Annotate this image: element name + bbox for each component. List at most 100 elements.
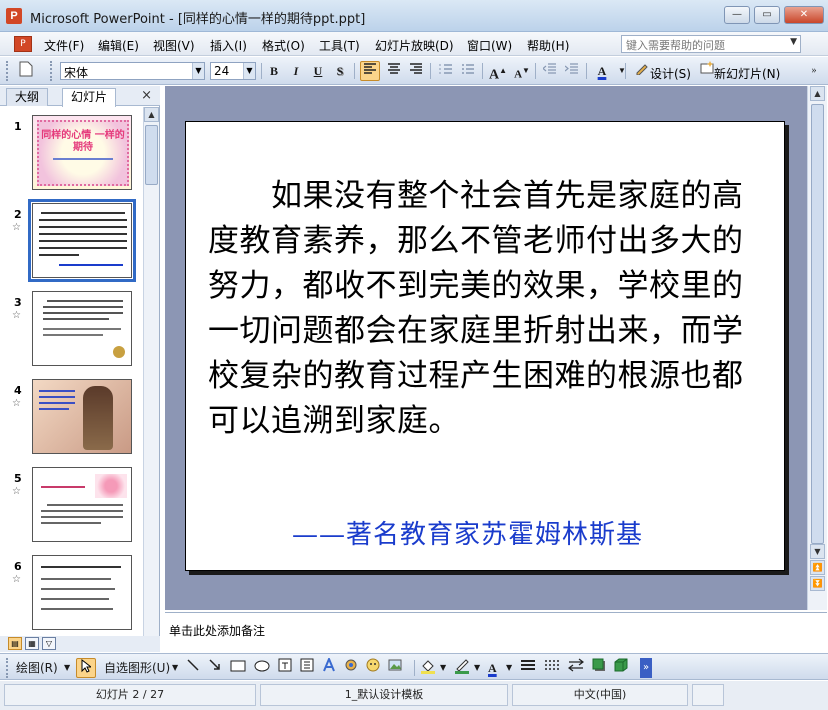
draw-menu-button[interactable]: 绘图(R) [16, 658, 58, 678]
previous-slide-icon[interactable]: ⏫ [810, 560, 825, 575]
slideshow-icon[interactable]: ▽ [42, 637, 56, 650]
slide-thumbnail-3[interactable] [32, 291, 132, 366]
font-color-button[interactable]: A [592, 61, 612, 81]
menu-format[interactable]: 格式(O) [262, 37, 305, 54]
chevron-down-icon[interactable]: ▼ [790, 37, 797, 47]
align-center-button[interactable] [384, 61, 404, 81]
clipart-icon[interactable] [366, 658, 380, 678]
arrow-tool-icon[interactable] [208, 658, 222, 678]
numbered-list-icon[interactable] [436, 61, 456, 81]
toolbar-grip[interactable] [6, 658, 9, 678]
thumb-text-line [47, 504, 123, 506]
line-tool-icon[interactable] [186, 658, 200, 678]
slide-attribution[interactable]: ——著名教育家苏霍姆林斯基 [292, 514, 643, 551]
scroll-down-icon[interactable]: ▼ [810, 544, 825, 559]
slide-thumbnail-4[interactable] [32, 379, 132, 454]
thumbnail-list[interactable]: 1 同样的心情 一样的期待 2 ☆ 3 ☆ 4 ☆ 5 ☆ 6 ☆ [0, 107, 143, 652]
chevron-down-icon[interactable]: ▼ [243, 63, 255, 79]
notes-pane[interactable]: 单击此处添加备注 [165, 612, 827, 652]
toolbar-grip[interactable] [50, 61, 53, 81]
textbox-tool-icon[interactable] [278, 658, 292, 678]
design-icon[interactable] [632, 61, 652, 81]
shrink-font-button[interactable]: A▼ [512, 61, 532, 81]
minimize-button[interactable]: — [724, 6, 750, 24]
font-size-combo[interactable]: 24 ▼ [210, 62, 256, 80]
increase-indent-icon[interactable] [562, 61, 582, 81]
fill-color-icon[interactable] [420, 658, 436, 678]
close-icon[interactable]: × [141, 88, 152, 103]
decrease-indent-icon[interactable] [540, 61, 560, 81]
vertical-textbox-icon[interactable] [300, 658, 314, 678]
align-left-button[interactable] [360, 61, 380, 81]
chevron-down-icon[interactable]: ▼ [192, 63, 204, 79]
select-pointer-icon[interactable] [76, 658, 96, 678]
scrollbar-thumb[interactable] [811, 104, 824, 544]
current-slide[interactable]: 如果没有整个社会首先是家庭的高度教育素养，那么不管老师付出多大的努力，都收不到完… [185, 121, 785, 571]
toolbar-grip[interactable] [6, 61, 9, 81]
arrow-style-icon[interactable] [568, 658, 584, 678]
menu-help[interactable]: 帮助(H) [527, 37, 569, 54]
slide-sorter-icon[interactable]: ▦ [25, 637, 39, 650]
chevron-down-icon[interactable]: ▼ [64, 658, 70, 678]
toolbar-separator [354, 63, 355, 79]
slide-body-text[interactable]: 如果没有整个社会首先是家庭的高度教育素养，那么不管老师付出多大的努力，都收不到完… [208, 174, 768, 444]
wordart-icon[interactable] [322, 656, 336, 678]
help-search-input[interactable]: 键入需要帮助的问题 ▼ [621, 35, 801, 53]
shadow-button[interactable]: S [330, 61, 350, 81]
font-name-combo[interactable]: 宋体 ▼ [60, 62, 205, 80]
slide-number: 4 [14, 384, 22, 397]
menu-file[interactable]: 文件(F) [44, 37, 84, 54]
rectangle-tool-icon[interactable] [230, 658, 246, 678]
underline-button[interactable]: U [308, 61, 328, 81]
chevron-down-icon[interactable]: ▼ [440, 658, 446, 678]
slide-thumbnail-1[interactable]: 同样的心情 一样的期待 [32, 115, 132, 190]
toolbar-separator [430, 63, 431, 79]
scrollbar-thumb[interactable] [145, 125, 158, 185]
thumbnail-scrollbar[interactable]: ▲ ▼ [143, 107, 159, 652]
bold-button[interactable]: B [264, 61, 284, 81]
toolbar-options-icon[interactable]: » [804, 61, 824, 81]
diagram-icon[interactable] [344, 658, 358, 678]
oval-tool-icon[interactable] [254, 658, 270, 678]
slide-thumbnail-5[interactable] [32, 467, 132, 542]
slide-thumbnail-2[interactable] [28, 199, 136, 282]
menu-view[interactable]: 视图(V) [153, 37, 195, 54]
tab-slides[interactable]: 幻灯片 [62, 88, 117, 107]
restore-button[interactable]: ▭ [754, 6, 780, 24]
align-right-button[interactable] [406, 61, 426, 81]
thumb-text-line [39, 254, 79, 256]
close-button[interactable]: ✕ [784, 6, 824, 24]
italic-button[interactable]: I [286, 61, 306, 81]
font-color-icon[interactable]: A [488, 658, 497, 678]
toolbar-options-icon[interactable]: » [640, 658, 652, 678]
slide-scrollbar[interactable]: ▲ ▼ ⏫ ⏬ [807, 86, 827, 610]
bullet-list-icon[interactable] [458, 61, 478, 81]
grow-font-button[interactable]: A▲ [488, 61, 508, 83]
chevron-down-icon[interactable]: ▼ [506, 658, 512, 678]
new-file-icon[interactable] [16, 61, 36, 81]
menu-edit[interactable]: 编辑(E) [98, 37, 139, 54]
menu-slideshow[interactable]: 幻灯片放映(D) [375, 37, 454, 54]
chevron-down-icon[interactable]: ▼ [172, 658, 178, 678]
autoshapes-menu-button[interactable]: 自选图形(U) [104, 658, 170, 678]
shadow-style-icon[interactable] [592, 658, 606, 678]
dash-style-icon[interactable] [544, 658, 560, 678]
tab-outline[interactable]: 大纲 [6, 88, 49, 106]
line-style-icon[interactable] [520, 658, 536, 678]
line-color-icon[interactable] [454, 658, 470, 678]
picture-icon[interactable] [388, 658, 402, 678]
chevron-down-icon[interactable]: ▼ [612, 61, 632, 81]
menu-insert[interactable]: 插入(I) [210, 37, 247, 54]
menu-window[interactable]: 窗口(W) [467, 37, 512, 54]
document-icon[interactable]: P [14, 36, 32, 52]
menu-tools[interactable]: 工具(T) [319, 37, 360, 54]
design-button[interactable]: 设计(S) [650, 65, 691, 82]
3d-style-icon[interactable] [614, 658, 628, 678]
new-slide-button[interactable]: 新幻灯片(N) [714, 65, 780, 82]
slide-thumbnail-6[interactable] [32, 555, 132, 630]
normal-view-icon[interactable]: ▤ [8, 637, 22, 650]
scroll-up-icon[interactable]: ▲ [144, 107, 159, 122]
next-slide-icon[interactable]: ⏬ [810, 576, 825, 591]
scroll-up-icon[interactable]: ▲ [810, 86, 825, 101]
chevron-down-icon[interactable]: ▼ [474, 658, 480, 678]
